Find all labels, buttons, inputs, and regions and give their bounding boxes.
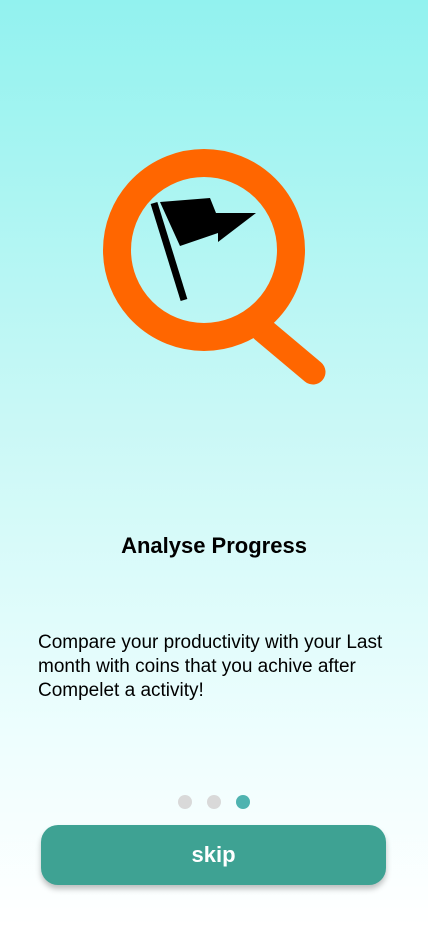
onboarding-title: Analyse Progress [121,533,307,558]
page-dot-1[interactable] [178,795,192,809]
magnifier-flag-icon [98,145,333,390]
skip-button[interactable]: skip [41,825,386,885]
page-dot-2[interactable] [207,795,221,809]
page-dot-3-active[interactable] [236,795,250,809]
onboarding-screen: Analyse Progress Compare your productivi… [0,0,428,926]
page-indicator [0,795,428,809]
onboarding-description: Compare your productivity with your Last… [38,632,383,701]
